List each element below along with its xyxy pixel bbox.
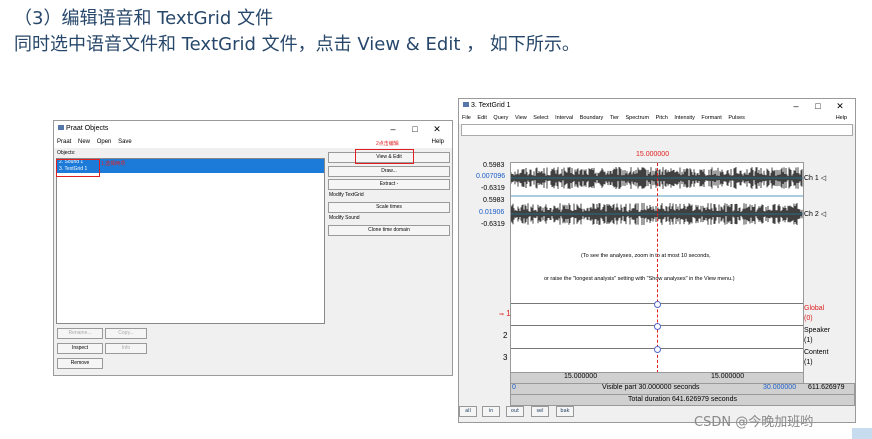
modify-sound-label: Modify Sound — [329, 215, 360, 221]
tier-2-marker[interactable] — [654, 323, 661, 330]
menu-praat[interactable]: Praat — [57, 139, 71, 145]
scale-times-button[interactable]: Scale times — [328, 202, 450, 213]
editor-titlebar: 3. TextGrid 1 – □ ✕ — [459, 99, 855, 113]
menu-help[interactable]: Help — [836, 113, 847, 124]
zoom-out-button[interactable]: out — [506, 406, 524, 417]
selection-annotation-box — [56, 159, 100, 177]
textgrid-editor-window: 3. TextGrid 1 – □ ✕ File Edit Query View S… — [458, 98, 856, 423]
app-icon — [58, 125, 64, 130]
tier-1-marker[interactable] — [654, 301, 661, 308]
total-end: 611.626979 — [808, 384, 845, 391]
tier-3-marker[interactable] — [654, 346, 661, 353]
zoom-in-button[interactable]: in — [482, 406, 500, 417]
menu-intensity[interactable]: Intensity — [674, 115, 694, 121]
draw-button[interactable]: Draw... — [328, 166, 450, 177]
ch2-cursor-value: 0.01906 — [479, 209, 505, 216]
tier-3-name[interactable]: Content (1) — [804, 348, 829, 368]
analysis-message-1: (To see the analyses, zoom in to at most… — [581, 253, 711, 259]
maximize-icon[interactable]: □ — [807, 99, 829, 113]
ch1-label[interactable]: Ch 1 ◁ — [804, 174, 826, 182]
info-button[interactable]: Info — [105, 343, 147, 354]
menu-boundary[interactable]: Boundary — [580, 115, 604, 121]
praat-objects-window: Praat Objects – □ ✕ Praat New Open Save He… — [53, 120, 453, 376]
menu-help[interactable]: Help — [432, 137, 444, 148]
visible-part-text: Visible part 30.000000 seconds — [602, 384, 700, 391]
inspect-button[interactable]: Inspect — [57, 343, 103, 354]
extract-button[interactable]: Extract - — [328, 179, 450, 190]
heading-step-3: （3）编辑语音和 TextGrid 文件 — [14, 8, 274, 29]
menu-open[interactable]: Open — [97, 139, 112, 145]
tier-3-number: 3 — [503, 353, 508, 362]
ch2-max: 0.5983 — [483, 197, 505, 204]
editor-title: 3. TextGrid 1 — [471, 102, 511, 109]
menu-view[interactable]: View — [515, 115, 527, 121]
editor-menubar: File Edit Query View Select Interval Bou… — [459, 113, 855, 124]
menu-edit[interactable]: Edit — [477, 115, 486, 121]
visible-start: 0 — [512, 384, 516, 391]
maximize-icon[interactable]: □ — [404, 121, 426, 137]
text-input[interactable] — [461, 124, 853, 136]
editor-canvas[interactable]: (To see the analyses, zoom in to at most… — [510, 162, 804, 374]
view-edit-highlight — [355, 149, 414, 164]
menu-file[interactable]: File — [462, 115, 471, 121]
menu-formant[interactable]: Formant — [701, 115, 721, 121]
ch1-min: -0.6319 — [481, 185, 505, 192]
ch1-cursor-value: 0.007096 — [476, 173, 506, 180]
cursor-time: 15.000000 — [636, 151, 670, 158]
menu-spectrum[interactable]: Spectrum — [626, 115, 650, 121]
menu-interval[interactable]: Interval — [555, 115, 573, 121]
copy-button[interactable]: Copy... — [105, 328, 147, 339]
cursor-line — [657, 163, 658, 373]
objects-label: Objects: — [57, 150, 76, 156]
click-annotation-text: 2点击编辑 — [376, 141, 399, 147]
zoom-sel-button[interactable]: sel — [531, 406, 549, 417]
left-part-time: 15.000000 — [564, 373, 598, 380]
corner-decoration — [852, 428, 872, 439]
tier-2-number: 2 — [503, 331, 508, 340]
tier-1-number: ⇒ 1 — [499, 309, 511, 318]
remove-button[interactable]: Remove — [57, 358, 103, 369]
total-duration-bar[interactable]: Total duration 641.626979 seconds — [510, 394, 855, 406]
tier-1-name[interactable]: Global (0) — [804, 304, 824, 324]
objects-list[interactable]: 2. Sound 1 3. TextGrid 1 1.选择两项 — [56, 158, 325, 324]
total-duration-text: Total duration 641.626979 seconds — [628, 396, 737, 403]
zoom-all-button[interactable]: all — [459, 406, 477, 417]
rename-button[interactable]: Rename... — [57, 328, 103, 339]
menu-select[interactable]: Select — [533, 115, 548, 121]
minimize-icon[interactable]: – — [785, 99, 807, 113]
menu-tier[interactable]: Tier — [610, 115, 619, 121]
zoom-back-button[interactable]: bak — [556, 406, 574, 417]
ch2-min: -0.6319 — [481, 221, 505, 228]
close-icon[interactable]: ✕ — [829, 99, 851, 113]
visible-end: 30.000000 — [763, 384, 797, 391]
menu-pitch[interactable]: Pitch — [656, 115, 668, 121]
ch1-max: 0.5983 — [483, 162, 505, 169]
tier-2-name[interactable]: Speaker (1) — [804, 326, 830, 346]
right-part-time: 15.000000 — [711, 373, 745, 380]
menu-query[interactable]: Query — [493, 115, 508, 121]
menu-save[interactable]: Save — [118, 139, 132, 145]
selection-annotation-text: 1.选择两项 — [101, 161, 126, 167]
analysis-message-2: or raise the "longest analysis" setting … — [544, 276, 735, 282]
window-title: Praat Objects — [66, 125, 109, 132]
menu-new[interactable]: New — [78, 139, 90, 145]
ch2-label[interactable]: Ch 2 ◁ — [804, 210, 826, 218]
instruction-text: 同时选中语音文件和 TextGrid 文件，点击 View & Edit ， 如… — [14, 34, 580, 55]
minimize-icon[interactable]: – — [382, 121, 404, 137]
watermark: CSDN @今晚加班哟 — [694, 415, 814, 430]
clone-time-domain-button[interactable]: Clone time domain — [328, 225, 450, 236]
modify-textgrid-label: Modify TextGrid — [329, 192, 364, 198]
menu-pulses[interactable]: Pulses — [728, 115, 745, 121]
app-icon — [463, 102, 469, 107]
objects-titlebar: Praat Objects – □ ✕ — [54, 121, 452, 137]
close-icon[interactable]: ✕ — [426, 121, 448, 137]
